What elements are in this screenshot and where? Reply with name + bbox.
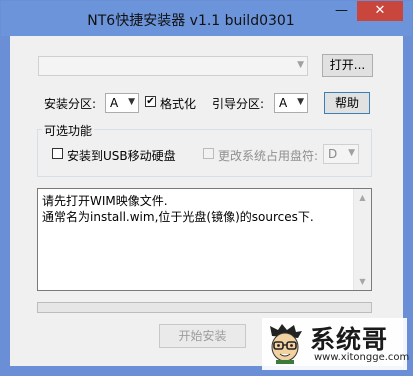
log-textarea[interactable]: 请先打开WIM映像文件. 通常名为install.wim,位于光盘(镜像)的so… — [37, 188, 372, 291]
chevron-down-icon: ▼ — [348, 148, 355, 158]
scroll-up-icon[interactable]: ▲ — [354, 189, 371, 206]
watermark-logo: 系统哥 www.xitongge.com — [262, 318, 410, 370]
boot-partition-value: A — [279, 96, 288, 110]
log-scrollbar[interactable]: ▲ ▼ — [353, 189, 371, 290]
install-partition-label: 安装分区: — [44, 97, 97, 111]
install-progress-bar — [37, 302, 372, 313]
chevron-down-icon: ▼ — [128, 97, 135, 107]
usb-install-label: 安装到USB移动硬盘 — [67, 149, 176, 163]
watermark-name: 系统哥 — [310, 325, 389, 354]
client-area: ▼ 打开... 安装分区: A ▼ ✔ 格式化 引导分区: A ▼ 帮助 可选功… — [10, 36, 403, 366]
boot-partition-label: 引导分区: — [212, 97, 265, 111]
install-partition-select[interactable]: A ▼ — [105, 93, 139, 113]
drive-letter-select[interactable]: D ▼ — [323, 144, 359, 164]
change-letter-checkbox[interactable] — [203, 148, 214, 159]
usb-install-checkbox[interactable] — [52, 148, 63, 159]
help-button[interactable]: 帮助 — [324, 92, 370, 114]
log-line: 请先打开WIM映像文件. — [42, 194, 168, 208]
options-group-title: 可选功能 — [42, 122, 95, 139]
mascot-face-icon — [270, 324, 302, 364]
open-button[interactable]: 打开... — [322, 54, 373, 77]
format-checkbox-label: 格式化 — [160, 97, 197, 111]
window-title: NT6快捷安装器 v1.1 build0301 — [87, 13, 295, 29]
install-partition-value: A — [110, 96, 119, 110]
title-bar[interactable]: NT6快捷安装器 v1.1 build0301 — ✕ — [1, 1, 412, 36]
start-install-button[interactable]: 开始安装 — [159, 324, 246, 348]
scroll-down-icon[interactable]: ▼ — [354, 273, 371, 290]
minimize-button[interactable]: — — [328, 1, 355, 21]
close-button[interactable]: ✕ — [357, 1, 403, 21]
chevron-down-icon: ▼ — [297, 60, 304, 70]
watermark-url: www.xitongge.com — [314, 352, 410, 363]
format-checkbox[interactable]: ✔ — [145, 96, 156, 107]
change-letter-label: 更改系统占用盘符: — [218, 149, 319, 163]
chevron-down-icon: ▼ — [297, 97, 304, 107]
image-path-combobox[interactable]: ▼ — [38, 56, 308, 76]
boot-partition-select[interactable]: A ▼ — [274, 93, 308, 113]
log-line: 通常名为install.wim,位于光盘(镜像)的sources下. — [42, 210, 314, 224]
drive-letter-value: D — [328, 147, 338, 161]
